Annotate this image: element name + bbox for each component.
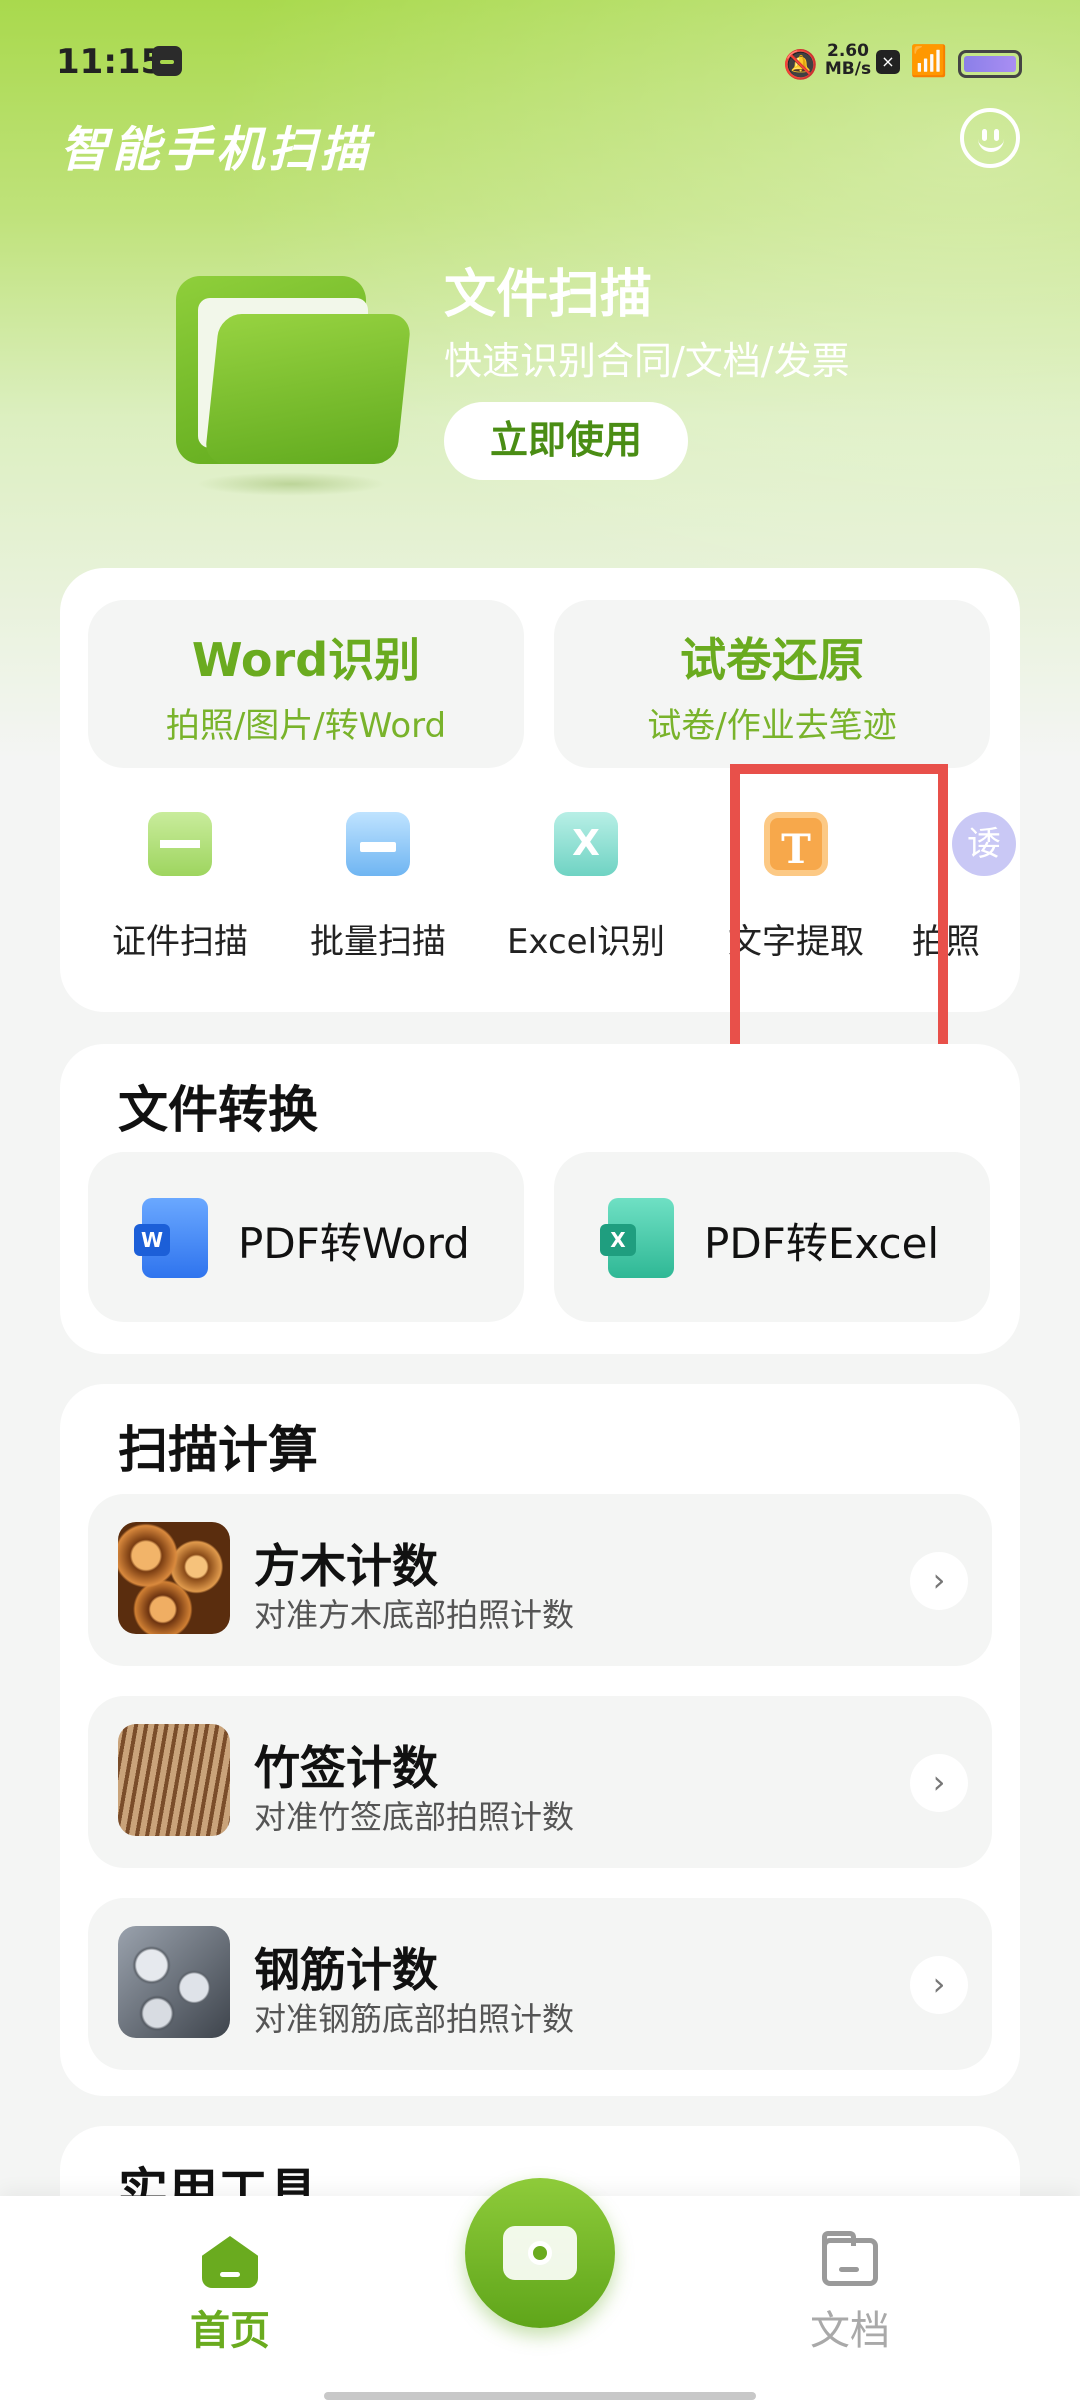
tool-label: 证件扫描	[112, 922, 248, 962]
chevron-right-icon[interactable]: ›	[910, 1956, 968, 2014]
home-roof	[202, 2236, 258, 2288]
nav-documents-tab[interactable]: 文档	[770, 2231, 930, 2366]
app-title: 智能手机扫描	[60, 122, 373, 178]
use-now-button[interactable]: 立即使用	[444, 402, 688, 480]
feature-subtitle: 试卷/作业去笔迹	[647, 706, 897, 746]
word-recognition-button[interactable]: Word识别 拍照/图片/转Word	[88, 600, 524, 768]
list-item-rebar-count[interactable]: 钢筋计数 对准钢筋底部拍照计数 ›	[88, 1898, 992, 2070]
count-subtitle: 对准方木底部拍照计数	[254, 1596, 575, 1634]
scan-counting-card: 扫描计算 方木计数 对准方木底部拍照计数 › 竹签计数 对准竹签底部拍照计数 ›…	[60, 1384, 1020, 2096]
network-speed: 2.60 MB/s	[818, 42, 878, 78]
count-title: 竹签计数	[254, 1741, 438, 1795]
count-title: 方木计数	[254, 1539, 438, 1593]
excel-badge: X	[600, 1224, 636, 1256]
tool-id-scan[interactable]: 证件扫描	[90, 804, 270, 984]
feature-title: 试卷还原	[680, 633, 864, 687]
home-bar	[220, 2272, 240, 2277]
convert-label: PDF转Excel	[704, 1219, 940, 1268]
camera-icon	[503, 2226, 577, 2280]
excel-icon: X	[554, 812, 618, 876]
folder-shadow	[196, 472, 386, 496]
home-icon	[202, 2236, 258, 2288]
home-indicator-bar[interactable]	[324, 2392, 756, 2400]
status-time: 11:15	[56, 42, 165, 82]
smile-mouth	[978, 138, 1004, 152]
exam-restore-button[interactable]: 试卷还原 试卷/作业去笔迹	[554, 600, 990, 768]
count-subtitle: 对准钢筋底部拍照计数	[254, 2000, 575, 2038]
tool-label: 批量扫描	[310, 922, 446, 962]
tool-batch-scan[interactable]: 批量扫描	[288, 804, 468, 984]
bamboo-sticks-thumbnail	[118, 1724, 230, 1836]
banner-title: 文件扫描	[444, 265, 653, 325]
list-item-wood-count[interactable]: 方木计数 对准方木底部拍照计数 ›	[88, 1494, 992, 1666]
count-title: 钢筋计数	[254, 1943, 438, 1997]
camera-lens	[528, 2241, 552, 2265]
excel-doc-icon: X	[600, 1198, 674, 1278]
rebar-thumbnail	[118, 1926, 230, 2038]
tool-label: Excel识别	[506, 922, 666, 962]
chevron-right-icon[interactable]: ›	[910, 1754, 968, 1812]
battery-icon	[958, 50, 1022, 78]
nav-home-tab[interactable]: 首页	[150, 2236, 310, 2366]
convert-label: PDF转Word	[238, 1219, 470, 1268]
profile-smile-icon[interactable]	[960, 108, 1020, 168]
network-speed-unit: MB/s	[824, 59, 872, 79]
tool-excel-recognition[interactable]: X Excel识别	[496, 804, 676, 984]
section-title: 扫描计算	[118, 1421, 318, 1479]
battery-level	[964, 56, 1016, 72]
wifi-icon: 📶	[910, 44, 948, 79]
photo-icon: 诿	[952, 812, 1016, 876]
pdf-to-word-button[interactable]: W PDF转Word	[88, 1152, 524, 1322]
wood-logs-thumbnail	[118, 1522, 230, 1634]
highlight-annotation-box	[730, 764, 948, 1064]
word-doc-icon: W	[134, 1198, 208, 1278]
feature-subtitle: 拍照/图片/转Word	[165, 706, 447, 746]
chevron-right-icon[interactable]: ›	[910, 1552, 968, 1610]
id-card-icon	[148, 812, 212, 876]
pdf-to-excel-button[interactable]: X PDF转Excel	[554, 1152, 990, 1322]
sim-status-icon: ×	[876, 50, 900, 74]
network-speed-value: 2.60	[827, 41, 869, 61]
folder-front	[204, 314, 412, 464]
status-bar: 11:15 🔕 2.60 MB/s × 📶	[0, 36, 1080, 96]
count-subtitle: 对准竹签底部拍照计数	[254, 1798, 575, 1836]
nav-documents-label: 文档	[810, 2308, 890, 2354]
word-badge: W	[134, 1224, 170, 1256]
mute-icon: 🔕	[783, 48, 818, 81]
file-conversion-card: 文件转换 W PDF转Word X PDF转Excel	[60, 1044, 1020, 1354]
feature-title: Word识别	[191, 633, 421, 687]
section-title: 文件转换	[118, 1081, 318, 1139]
banner-subtitle: 快速识别合同/文档/发票	[444, 339, 850, 383]
folder-icon	[176, 272, 412, 496]
camera-scan-button[interactable]	[465, 2178, 615, 2328]
folder-outline-icon	[822, 2231, 878, 2286]
nav-home-label: 首页	[190, 2308, 270, 2354]
list-item-bamboo-count[interactable]: 竹签计数 对准竹签底部拍照计数 ›	[88, 1696, 992, 1868]
notification-app-icon	[152, 46, 182, 76]
batch-scan-icon	[346, 812, 410, 876]
